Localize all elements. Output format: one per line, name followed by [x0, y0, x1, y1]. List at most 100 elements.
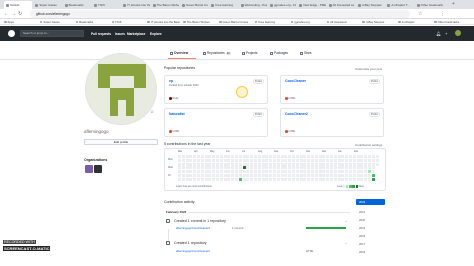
contribution-day-cell[interactable]: [223, 155, 227, 158]
contribution-day-cell[interactable]: [337, 155, 341, 158]
contribution-day-cell[interactable]: [337, 170, 341, 174]
contribution-day-cell[interactable]: [208, 177, 212, 181]
repo-name-link[interactable]: CocoCleaner2: [285, 112, 308, 116]
contribution-day-cell[interactable]: [330, 177, 333, 181]
contribution-day-cell[interactable]: [345, 170, 349, 174]
tab-repositories[interactable]: Repositories 13: [203, 51, 231, 55]
contribution-day-cell[interactable]: [246, 155, 250, 158]
contribution-day-cell[interactable]: [261, 166, 265, 170]
contribution-day-cell[interactable]: [238, 170, 242, 174]
bookmark-item[interactable]: Super Cacao: [39, 20, 75, 24]
contribution-day-cell[interactable]: [311, 174, 314, 177]
contribution-day-cell[interactable]: [299, 170, 303, 174]
contribution-settings-menu[interactable]: Contribution settings: [355, 143, 382, 147]
contribution-day-cell[interactable]: [216, 174, 219, 177]
bookmark-item[interactable]: All Interested: [326, 20, 362, 24]
contribution-day-cell[interactable]: [216, 166, 219, 170]
contribution-day-cell[interactable]: [250, 166, 254, 170]
contribution-day-cell[interactable]: [326, 166, 330, 170]
contribution-day-cell[interactable]: [223, 158, 227, 162]
contribution-day-cell[interactable]: [242, 177, 246, 181]
contribution-day-cell[interactable]: [318, 170, 322, 174]
contribution-day-cell[interactable]: [364, 174, 368, 177]
contribution-day-cell[interactable]: [257, 170, 261, 174]
contribution-day-cell[interactable]: [345, 174, 349, 177]
chevron-down-icon[interactable]: ⌄: [345, 219, 348, 223]
contribution-day-cell[interactable]: [235, 177, 238, 181]
contribution-day-cell[interactable]: [235, 166, 238, 170]
browser-tab[interactable]: All Interested so...: [327, 1, 355, 9]
search-input[interactable]: Search or jump to...: [20, 30, 84, 37]
repo-card[interactable]: Naturalist Public HTML: [164, 108, 268, 137]
browser-tab[interactable]: A-Chapter T...: [385, 1, 413, 9]
contribution-day-cell[interactable]: [204, 162, 208, 166]
contribution-day-cell[interactable]: [322, 174, 326, 177]
contribution-day-cell[interactable]: [368, 155, 371, 158]
contribution-day-cell[interactable]: [204, 166, 208, 170]
contribution-day-cell[interactable]: [288, 166, 292, 170]
contribution-day-cell[interactable]: [261, 170, 265, 174]
contribution-day-cell[interactable]: [295, 174, 299, 177]
contribution-day-cell[interactable]: [254, 166, 257, 170]
contribution-day-cell[interactable]: [349, 155, 352, 158]
browser-tab[interactable]: GitHub: [4, 1, 33, 9]
contribution-day-cell[interactable]: [265, 174, 269, 177]
contribution-day-cell[interactable]: [330, 158, 333, 162]
contribution-day-cell[interactable]: [231, 174, 235, 177]
contribution-day-cell[interactable]: [181, 158, 185, 162]
contribution-day-cell[interactable]: [352, 177, 356, 181]
repo-name-link[interactable]: ep: [169, 79, 173, 83]
activity-repo-link[interactable]: aflemingogo/CocoCleaner2: [176, 249, 210, 253]
bell-icon[interactable]: 🔔︎: [436, 31, 441, 36]
contribution-day-cell[interactable]: [223, 177, 227, 181]
contribution-day-cell[interactable]: [368, 170, 371, 174]
contribution-day-cell[interactable]: [200, 166, 204, 170]
contribution-day-cell[interactable]: [341, 158, 345, 162]
forward-icon[interactable]: →: [11, 10, 16, 18]
contribution-day-cell[interactable]: [261, 155, 265, 158]
contribution-day-cell[interactable]: [280, 166, 284, 170]
plus-icon[interactable]: +: [445, 31, 447, 36]
contribution-day-cell[interactable]: [231, 162, 235, 166]
github-logo-icon[interactable]: [8, 30, 15, 37]
contribution-day-cell[interactable]: [360, 174, 364, 177]
extensions-icon[interactable]: ⋮: [440, 10, 445, 18]
contribution-day-cell[interactable]: [265, 162, 269, 166]
contribution-day-cell[interactable]: [352, 158, 356, 162]
contribution-day-cell[interactable]: [212, 155, 216, 158]
year-filter-2017[interactable]: 2017: [356, 241, 385, 247]
contribution-day-cell[interactable]: [178, 174, 181, 177]
contribution-day-cell[interactable]: [288, 162, 292, 166]
contribution-day-cell[interactable]: [333, 166, 337, 170]
year-filter-2020[interactable]: 2020: [356, 217, 385, 223]
contribution-day-cell[interactable]: [231, 170, 235, 174]
contribution-day-cell[interactable]: [326, 158, 330, 162]
contribution-day-cell[interactable]: [371, 158, 375, 162]
contribution-day-cell[interactable]: [276, 170, 280, 174]
contribution-day-cell[interactable]: [200, 158, 204, 162]
bookmark-item[interactable]: ggcodes.org: [290, 20, 326, 24]
contribution-day-cell[interactable]: [189, 158, 193, 162]
bookmark-item[interactable]: Apps: [4, 20, 39, 24]
contribution-day-cell[interactable]: [269, 177, 273, 181]
contribution-day-cell[interactable]: [333, 162, 337, 166]
learn-contributions-link[interactable]: Learn how we count contributions: [176, 185, 212, 188]
contribution-day-cell[interactable]: [208, 174, 212, 177]
contribution-day-cell[interactable]: [227, 170, 231, 174]
contribution-day-cell[interactable]: [185, 155, 189, 158]
contribution-day-cell[interactable]: [311, 158, 314, 162]
contribution-day-cell[interactable]: [337, 162, 341, 166]
contribution-day-cell[interactable]: [284, 174, 288, 177]
organization-avatar[interactable]: [94, 165, 102, 173]
contribution-day-cell[interactable]: [356, 174, 360, 177]
contribution-day-cell[interactable]: [307, 158, 311, 162]
contribution-day-cell[interactable]: [178, 177, 181, 181]
nav-issues[interactable]: Issues: [115, 32, 125, 36]
contribution-day-cell[interactable]: [364, 155, 368, 158]
contribution-day-cell[interactable]: [276, 158, 280, 162]
contribution-day-cell[interactable]: [284, 177, 288, 181]
browser-tab[interactable]: The Baron Wolves: [151, 1, 179, 9]
contribution-day-cell[interactable]: [265, 170, 269, 174]
repo-name-link[interactable]: CocoCleaner: [285, 79, 306, 83]
contribution-day-cell[interactable]: [212, 174, 216, 177]
